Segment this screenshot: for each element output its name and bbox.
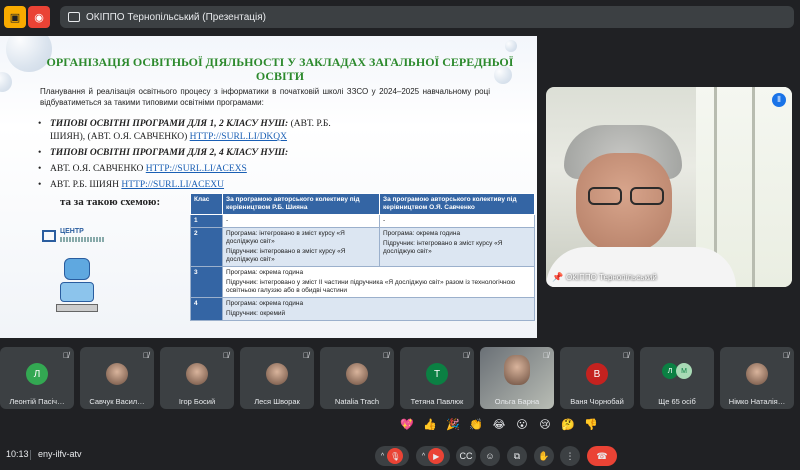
schedule-table: Клас За програмою авторського колективу …: [190, 193, 535, 321]
avatar: Л: [26, 363, 48, 385]
table-row: 2 Програма: інтегровано в зміст курсу «Я…: [190, 227, 535, 267]
table-row: 3 Програма: окрема година Підручник: інте…: [190, 266, 535, 298]
avatar: [346, 363, 368, 385]
meeting-code: eny-ilfv-atv: [38, 449, 82, 459]
table-header: За програмою авторського колективу під к…: [222, 193, 380, 215]
avatar: Т: [426, 363, 448, 385]
emoji-icon: ☺: [485, 451, 495, 461]
slide-paragraph: Планування й реалізація освітнього проце…: [40, 87, 490, 107]
chevron-up-icon: ^: [421, 452, 426, 460]
top-bar: ▣ ◉ ОКІППО Тернопільський (Презентація): [0, 0, 800, 34]
camera-off-icon: ▶: [428, 448, 445, 464]
reaction-thinking[interactable]: 🤔: [561, 417, 575, 431]
avatar: [186, 363, 208, 385]
table-row: 1 - -: [190, 214, 535, 228]
bubble-decoration: [0, 72, 12, 92]
more-options-button[interactable]: ⋮: [560, 446, 580, 466]
avatar: М: [676, 363, 692, 379]
presentation-title-bar[interactable]: ОКІППО Тернопільський (Презентація): [60, 6, 794, 28]
bullet-item: ТИПОВІ ОСВІТНІ ПРОГРАМИ ДЛЯ 1, 2 КЛАСУ Н…: [38, 118, 338, 144]
participant-tile[interactable]: 🎙̸ Т Тетяна Павлюк: [400, 347, 474, 409]
mic-button[interactable]: ^ 🎙: [375, 446, 409, 466]
table-header: За програмою авторського колективу під к…: [379, 193, 535, 215]
present-icon: ⧉: [513, 450, 521, 461]
reaction-surprised[interactable]: 😮: [515, 417, 529, 431]
participant-tile[interactable]: 🎙̸ Ольга Барна: [480, 347, 554, 409]
more-participants-tile[interactable]: Л М Ще 65 осіб: [640, 347, 714, 409]
mic-off-icon: 🎙: [387, 448, 404, 464]
presentation-slide: ОРГАНІЗАЦІЯ ОСВІТНЬОЇ ДІЯЛЬНОСТІ У ЗАКЛА…: [0, 36, 537, 338]
captions-icon: CC: [459, 451, 473, 461]
mic-off-icon: 🎙̸: [783, 351, 789, 360]
camera-button[interactable]: ^ ▶: [416, 446, 450, 466]
bottom-bar: 10:13 eny-ilfv-atv ^ 🎙 ^ ▶ CC ☺ ⧉ ✋ ⋮ ☎: [0, 440, 800, 470]
chevron-up-icon: ^: [380, 452, 385, 460]
program-link[interactable]: HTTP://SURL.LI/ACEXU: [121, 180, 224, 190]
bullet-item: АВТ. О.Я. САВЧЕНКО HTTP://SURL.LI/ACEXS: [38, 163, 338, 176]
center-logo: ЦЕНТР: [42, 228, 104, 246]
reaction-thumbs-up[interactable]: 👍: [423, 417, 437, 431]
present-button[interactable]: ⧉: [507, 446, 527, 466]
window-icon: [68, 12, 80, 22]
mic-off-icon: 🎙̸: [63, 351, 69, 360]
mic-off-icon: 🎙̸: [463, 351, 469, 360]
table-header: Клас: [190, 193, 223, 215]
speaking-indicator-icon: ⦀: [772, 93, 786, 107]
reaction-heart[interactable]: 💖: [400, 417, 414, 431]
presenter-name: ОКІППО Тернопільський: [566, 273, 657, 282]
participant-tile[interactable]: 🎙̸ Natalia Trach: [320, 347, 394, 409]
presentation-title: ОКІППО Тернопільський (Презентація): [86, 11, 266, 23]
table-row: 4 Програма: окрема година Підручник: окре…: [190, 297, 535, 321]
stop-presenting-icon[interactable]: ◉: [28, 6, 50, 28]
robot-illustration: [52, 258, 102, 314]
mic-off-icon: 🎙̸: [143, 351, 149, 360]
mic-off-icon: 🎙̸: [543, 351, 549, 360]
bullet-item: ТИПОВІ ОСВІТНІ ПРОГРАМИ ДЛЯ 2, 4 КЛАСУ Н…: [38, 147, 338, 160]
program-link[interactable]: HTTP://SURL.LI/ACEXS: [146, 164, 247, 174]
slide-title: ОРГАНІЗАЦІЯ ОСВІТНЬОЇ ДІЯЛЬНОСТІ У ЗАКЛА…: [46, 55, 514, 83]
more-vertical-icon: ⋮: [565, 450, 575, 461]
participant-strip: 🎙̸ Л Леонтій Пасіч… 🎙̸ Савчук Васил… 🎙̸ …: [0, 347, 800, 409]
reaction-clap[interactable]: 👏: [469, 417, 483, 431]
leave-call-button[interactable]: ☎: [587, 446, 617, 466]
avatar: [266, 363, 288, 385]
reactions-bar: 💖 👍 🎉 👏 😂 😮 😢 🤔 👎: [400, 417, 598, 433]
pin-icon[interactable]: 📌: [552, 272, 563, 283]
participant-tile[interactable]: 🎙̸ Німко Наталія…: [720, 347, 794, 409]
avatar: В: [586, 363, 608, 385]
hand-icon: ✋: [538, 450, 550, 461]
reaction-party[interactable]: 🎉: [446, 417, 460, 431]
slide-bullets: ТИПОВІ ОСВІТНІ ПРОГРАМИ ДЛЯ 1, 2 КЛАСУ Н…: [38, 118, 338, 195]
reaction-thumbs-down[interactable]: 👎: [584, 417, 598, 431]
bullet-item: АВТ. Р.Б. ШИЯН HTTP://SURL.LI/ACEXU: [38, 179, 338, 192]
mic-off-icon: 🎙̸: [223, 351, 229, 360]
participant-tile[interactable]: 🎙̸ Савчук Васил…: [80, 347, 154, 409]
phone-hangup-icon: ☎: [596, 450, 608, 461]
current-time: 10:13: [6, 449, 29, 459]
avatar: [106, 363, 128, 385]
program-link[interactable]: HTTP://SURL.LI/DKQX: [190, 132, 287, 142]
mic-off-icon: 🎙̸: [303, 351, 309, 360]
participant-tile[interactable]: 🎙̸ В Ваня Чорнобай: [560, 347, 634, 409]
bubble-decoration: [505, 40, 517, 52]
participant-tile[interactable]: 🎙̸ Л Леонтій Пасіч…: [0, 347, 74, 409]
scheme-label: та за такою схемою:: [60, 196, 161, 208]
participant-tile[interactable]: 🎙̸ Ігор Босий: [160, 347, 234, 409]
participant-tile[interactable]: 🎙̸ Леся Шворак: [240, 347, 314, 409]
mic-off-icon: 🎙̸: [383, 351, 389, 360]
present-now-icon[interactable]: ▣: [4, 6, 26, 28]
raise-hand-button[interactable]: ✋: [534, 446, 554, 466]
presenter-video[interactable]: ⦀ 📌 ОКІППО Тернопільський: [546, 87, 792, 287]
captions-button[interactable]: CC: [456, 446, 476, 466]
emoji-button[interactable]: ☺: [480, 446, 500, 466]
mic-off-icon: 🎙̸: [623, 351, 629, 360]
reaction-laugh[interactable]: 😂: [492, 417, 506, 431]
avatar: [504, 355, 530, 385]
avatar: [746, 363, 768, 385]
reaction-sad[interactable]: 😢: [538, 417, 552, 431]
